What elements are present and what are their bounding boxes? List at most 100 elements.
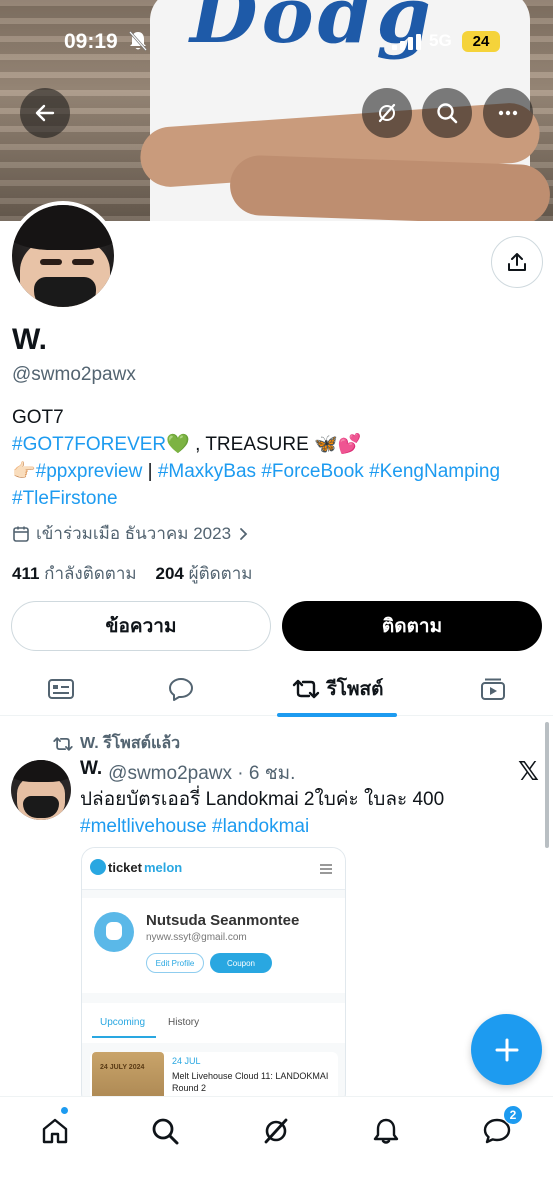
avatar-hair xyxy=(12,205,114,250)
home-notification-dot xyxy=(60,1106,69,1115)
battery-indicator: 24 xyxy=(462,31,500,52)
profile-name: W. xyxy=(12,323,47,356)
event-image-text: 24 JULY 2024 xyxy=(100,1064,145,1071)
hashtag-link[interactable]: #GOT7FOREVER xyxy=(12,434,166,455)
bio-line: 👉🏻#ppxpreview | #MaxkyBas #ForceBook #Ke… xyxy=(12,458,542,485)
avatar-mask xyxy=(34,277,96,307)
post-author-avatar[interactable] xyxy=(11,760,71,820)
bio-text: , TREASURE xyxy=(189,434,315,455)
profile-tabs: รีโพสต์ xyxy=(0,662,553,717)
bio-line: #GOT7FOREVER💚 , TREASURE 🦋💕 xyxy=(12,431,542,458)
card-user-name: Nutsuda Seanmontee xyxy=(146,912,300,929)
back-button[interactable] xyxy=(20,88,70,138)
nav-search[interactable] xyxy=(143,1109,187,1153)
share-profile-button[interactable] xyxy=(491,236,543,288)
ticketmelon-header: ticket melon xyxy=(82,848,345,890)
home-icon xyxy=(42,1118,68,1144)
card-tab-upcoming: Upcoming xyxy=(100,1017,146,1028)
joined-date[interactable]: เข้าร่วมเมือ ธันวาคม 2023 xyxy=(12,520,249,547)
card-user-email: nyww.ssyt@gmail.com xyxy=(146,932,247,943)
post-image[interactable]: ticket melon Nutsuda Seanmontee nyww.ssyt… xyxy=(81,847,346,1107)
bio-separator: | xyxy=(142,461,158,482)
followers-label: ผู้ติดตาม xyxy=(188,564,253,583)
card-tabs: Upcoming History xyxy=(82,1003,345,1043)
post-text: ปล่อยบัตรเออรี่ Landokmai 2ใบค่ะ ใบละ 40… xyxy=(80,786,520,840)
bio-line: #TleFirstone xyxy=(12,485,542,512)
network-type: 5G xyxy=(429,31,452,50)
card-tab-indicator xyxy=(92,1036,156,1038)
followers-count: 204 xyxy=(155,564,184,583)
card-tab-history: History xyxy=(168,1017,200,1028)
signal-icon xyxy=(392,34,421,50)
nav-notifications[interactable] xyxy=(364,1109,408,1153)
compose-post-button[interactable] xyxy=(471,1014,542,1085)
follow-stats: 411 กำลังติดตาม 204 ผู้ติดตาม xyxy=(12,560,252,587)
post-hashtags: #meltlivehouse #landokmai xyxy=(80,813,520,840)
astronaut-avatar-icon xyxy=(94,912,134,952)
grok-button[interactable] xyxy=(362,88,412,138)
profile-avatar[interactable] xyxy=(8,201,118,311)
grok-icon xyxy=(378,103,396,123)
bell-off-icon xyxy=(129,31,147,51)
tab-posts[interactable] xyxy=(36,662,86,716)
hashtag-link[interactable]: #landokmai xyxy=(212,816,309,837)
hashtag-link[interactable]: #ppxpreview xyxy=(36,461,143,482)
posts-icon xyxy=(48,679,74,699)
repost-icon xyxy=(292,679,319,699)
arrow-left-icon xyxy=(35,104,55,122)
logo-ticket-text: ticket xyxy=(108,859,142,875)
avatar-eye xyxy=(72,259,94,265)
status-bar: 09:19 5G 24 xyxy=(0,22,553,62)
active-tab-indicator xyxy=(277,713,397,717)
followers-link[interactable]: 204 ผู้ติดตาม xyxy=(156,564,253,583)
scrollbar[interactable] xyxy=(545,722,549,848)
x-logo-icon: 𝕏 xyxy=(518,757,539,787)
bio-emoji: 🦋💕 xyxy=(314,434,362,455)
tab-media[interactable] xyxy=(468,662,518,716)
calendar-icon xyxy=(13,526,29,542)
search-icon xyxy=(437,103,458,124)
messages-badge: 2 xyxy=(503,1105,523,1125)
joined-text: เข้าร่วมเมือ ธันวาคม 2023 xyxy=(36,524,232,543)
following-label: กำลังติดตาม xyxy=(44,564,137,583)
avatar-hair xyxy=(11,760,71,782)
tab-replies[interactable] xyxy=(156,662,206,716)
message-button[interactable]: ข้อความ xyxy=(11,601,271,651)
logo-melon-text: melon xyxy=(143,859,183,875)
ticketmelon-profile: Nutsuda Seanmontee nyww.ssyt@gmail.com E… xyxy=(82,898,345,993)
bottom-navigation: 2 xyxy=(0,1096,553,1200)
ticketmelon-logo: ticket melon xyxy=(90,859,182,875)
more-button[interactable] xyxy=(483,88,533,138)
bell-icon xyxy=(373,1118,399,1144)
hashtag-link[interactable]: #MaxkyBas xyxy=(158,461,256,482)
ticketmelon-logo-icon xyxy=(90,859,106,875)
video-icon xyxy=(481,678,505,700)
hashtag-link[interactable]: #KengNamping xyxy=(369,461,500,482)
more-icon xyxy=(498,110,518,116)
nav-grok[interactable] xyxy=(254,1109,298,1153)
profile-handle: @swmo2pawx xyxy=(12,364,136,385)
share-icon xyxy=(508,253,526,271)
repost-context[interactable]: W. รีโพสต์แล้ว xyxy=(52,731,180,756)
avatar-eye xyxy=(40,259,62,265)
hashtag-link[interactable]: #TleFirstone xyxy=(12,488,118,509)
following-link[interactable]: 411 กำลังติดตาม xyxy=(12,564,137,583)
tab-reposts[interactable]: รีโพสต์ xyxy=(277,662,397,716)
plus-icon xyxy=(495,1038,518,1061)
hashtag-link[interactable]: #ForceBook xyxy=(261,461,363,482)
repost-icon xyxy=(53,736,73,751)
post-meta: @swmo2pawx · 6 ชม. xyxy=(108,763,296,784)
repost-context-label: W. รีโพสต์แล้ว xyxy=(80,735,181,752)
search-button[interactable] xyxy=(422,88,472,138)
avatar-mask xyxy=(23,796,59,818)
bio-line: GOT7 xyxy=(12,407,64,428)
status-time: 09:19 xyxy=(64,30,118,53)
grok-icon xyxy=(264,1118,288,1144)
card-event-date: 24 JUL xyxy=(172,1056,201,1066)
nav-home[interactable] xyxy=(33,1109,77,1153)
card-event-title: Melt Livehouse Cloud 11: LANDOKMAI Round… xyxy=(172,1071,329,1093)
hashtag-link[interactable]: #meltlivehouse xyxy=(80,816,207,837)
follow-button[interactable]: ติดตาม xyxy=(282,601,542,651)
hamburger-icon xyxy=(320,864,332,874)
post-author-name[interactable]: W. xyxy=(80,758,102,788)
